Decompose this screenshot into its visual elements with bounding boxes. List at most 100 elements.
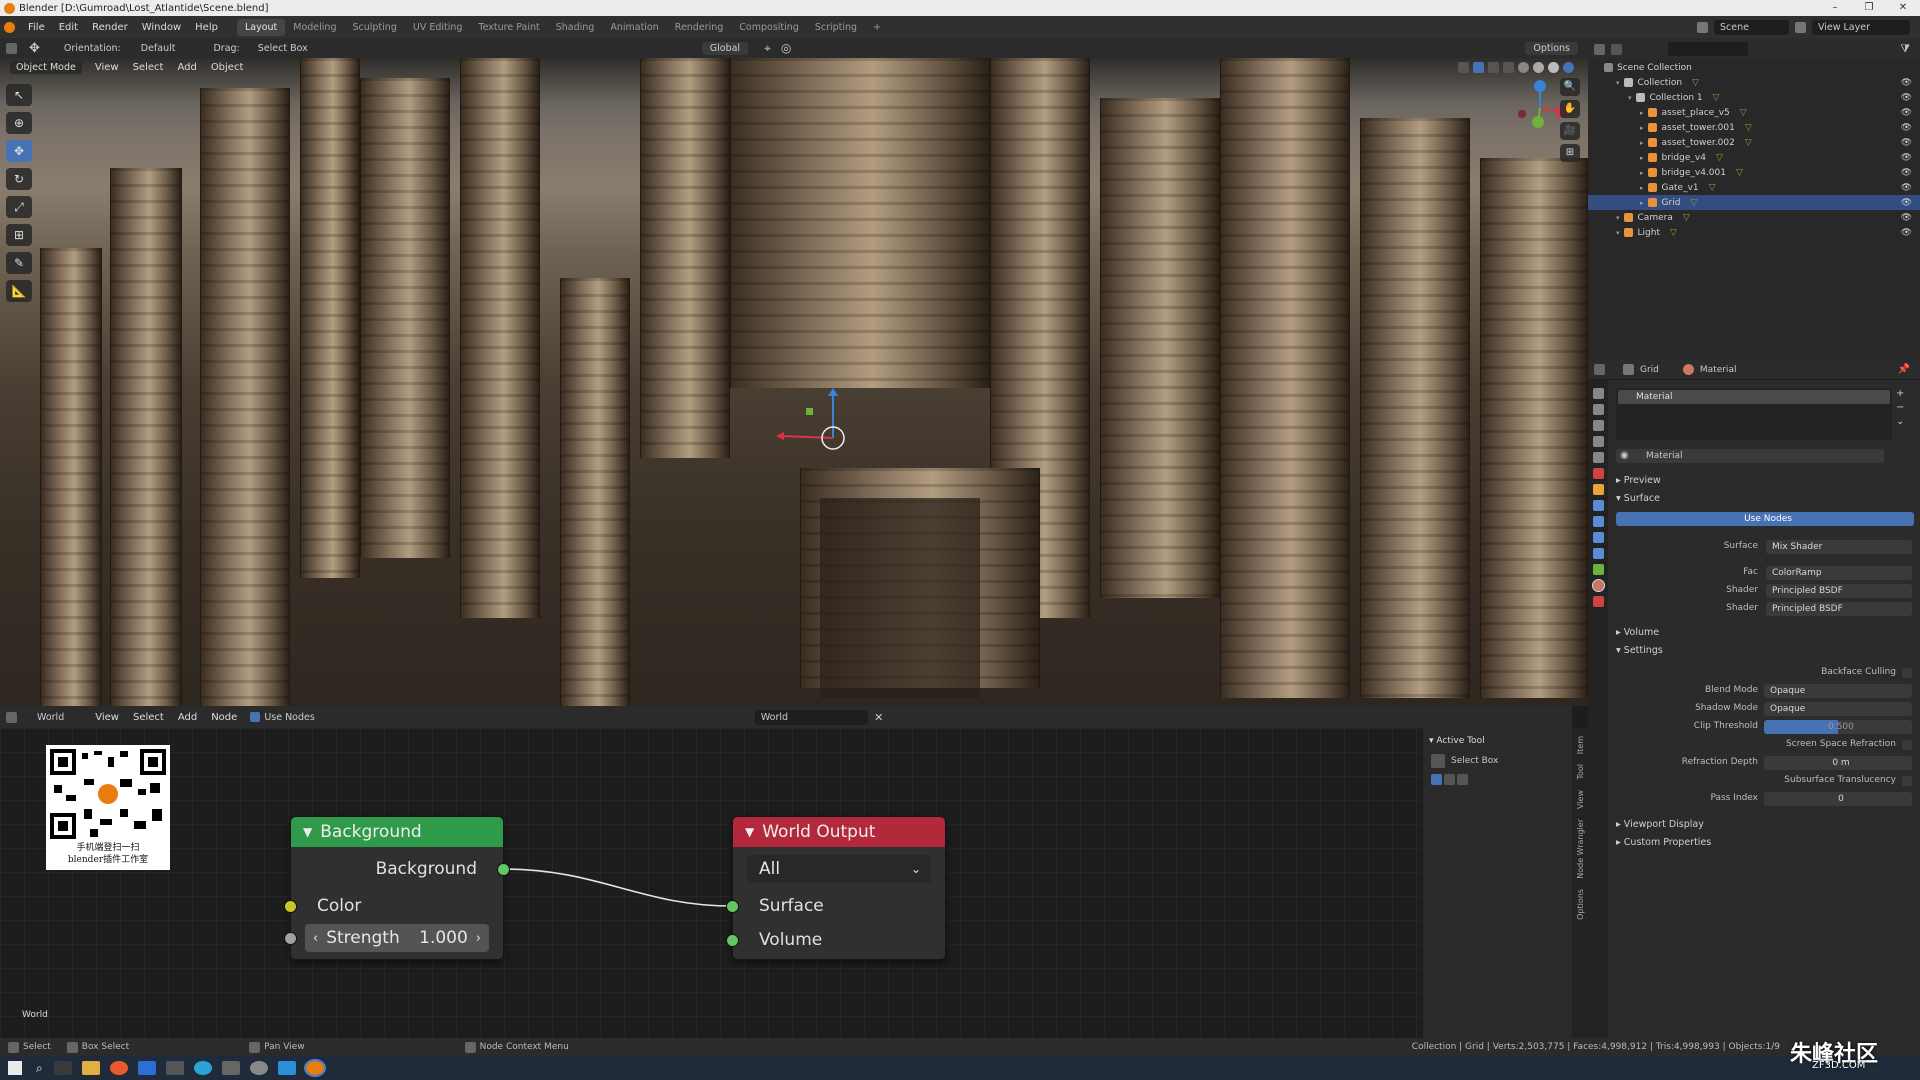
expand-arrow-icon[interactable]: ▸: [1640, 109, 1644, 117]
background-output-socket[interactable]: [497, 863, 510, 876]
use-nodes-checkbox[interactable]: Use Nodes: [250, 712, 315, 723]
transform-orientation-dropdown[interactable]: Global: [701, 41, 749, 55]
outliner-search-input[interactable]: [1668, 42, 1748, 56]
app-icon-7[interactable]: [221, 1061, 240, 1075]
visibility-icon[interactable]: [1458, 61, 1469, 73]
drag-dropdown[interactable]: Select Box: [252, 42, 332, 55]
sidebar-tab-options[interactable]: Options: [1576, 889, 1585, 920]
select-tool-icon[interactable]: ↖: [6, 84, 32, 106]
outliner-item[interactable]: ▸ asset_tower.002 ▽ 👁: [1588, 135, 1920, 150]
collapse-arrow-icon[interactable]: ▼: [303, 825, 312, 839]
gizmo-toggle-icon[interactable]: [1473, 61, 1484, 73]
sidebar-tab-tool[interactable]: Tool: [1576, 764, 1585, 780]
x-axis-arrow[interactable]: [781, 435, 834, 439]
constraints-tab-icon[interactable]: [1592, 548, 1604, 559]
output-tab-icon[interactable]: [1592, 420, 1604, 431]
view-layer-icon[interactable]: [1794, 21, 1806, 33]
outliner-item[interactable]: ▸ Grid ▽ 👁: [1588, 195, 1920, 210]
task-view-icon[interactable]: [53, 1061, 72, 1075]
shader-type-dropdown[interactable]: World: [33, 711, 82, 724]
menu-help[interactable]: Help: [188, 22, 225, 33]
select-mode-subtract-icon[interactable]: [1457, 774, 1468, 785]
pin-icon[interactable]: 📌: [1898, 364, 1910, 375]
world-tab-icon[interactable]: [1592, 468, 1604, 479]
scene-selector[interactable]: Scene: [1713, 19, 1789, 35]
firefox-icon[interactable]: [109, 1061, 128, 1075]
outliner-item[interactable]: ▸ bridge_v4 ▽ 👁: [1588, 150, 1920, 165]
minimize-button[interactable]: –: [1818, 0, 1852, 16]
cursor-tool-icon[interactable]: ⊕: [6, 112, 32, 134]
outliner-item[interactable]: ▸ asset_place_v5 ▽ 👁: [1588, 105, 1920, 120]
strength-input-socket[interactable]: [284, 932, 297, 945]
settings-row-value[interactable]: Opaque: [1764, 702, 1912, 716]
sidebar-tab-item[interactable]: Item: [1576, 736, 1585, 754]
settings-row-value[interactable]: 0: [1764, 792, 1912, 806]
collapse-arrow-icon[interactable]: ▼: [745, 825, 754, 839]
node-editor-type-icon[interactable]: [6, 711, 17, 723]
expand-arrow-icon[interactable]: ▾: [1616, 214, 1620, 222]
modifier-tab-icon[interactable]: [1592, 500, 1604, 511]
outliner-item[interactable]: ▾ Light ▽ 👁: [1588, 225, 1920, 240]
rotate-tool-icon[interactable]: ↻: [6, 168, 32, 190]
filter-icon[interactable]: ⧩: [1900, 42, 1910, 56]
camera-view-icon[interactable]: 🎥: [1560, 122, 1580, 140]
color-input-socket[interactable]: [284, 900, 297, 913]
visibility-eye-icon[interactable]: 👁: [1901, 108, 1912, 118]
transform-gizmo[interactable]: [760, 388, 860, 488]
visibility-eye-icon[interactable]: 👁: [1901, 198, 1912, 208]
expand-arrow-icon[interactable]: ▾: [1616, 229, 1620, 237]
particles-tab-icon[interactable]: [1592, 516, 1604, 527]
expand-arrow-icon[interactable]: ▸: [1640, 139, 1644, 147]
snap-icon[interactable]: ⌖: [764, 41, 771, 56]
settings-checkbox[interactable]: [1902, 668, 1912, 678]
visibility-eye-icon[interactable]: 👁: [1901, 78, 1912, 88]
menu-window[interactable]: Window: [135, 22, 188, 33]
node-menu-node[interactable]: Node: [204, 712, 244, 723]
xray-icon[interactable]: [1503, 61, 1514, 73]
menu-file[interactable]: File: [21, 22, 52, 33]
settings-row-value[interactable]: 0.500: [1764, 720, 1912, 734]
material-name-field[interactable]: Material: [1616, 449, 1884, 463]
background-node[interactable]: ▼ Background Background Color ‹ Strength…: [284, 816, 510, 960]
world-selector[interactable]: World: [754, 709, 869, 725]
outliner-root[interactable]: Scene Collection: [1588, 60, 1920, 75]
decrement-arrow-icon[interactable]: ‹: [305, 931, 326, 946]
editor-type-icon[interactable]: [6, 42, 17, 54]
tool-tab-icon[interactable]: [1592, 388, 1604, 399]
slot-menu-icon[interactable]: ⌄: [1896, 416, 1904, 427]
edge-icon[interactable]: [193, 1061, 212, 1075]
background-node-header[interactable]: ▼ Background: [291, 817, 503, 847]
options-dropdown[interactable]: Options: [1525, 41, 1578, 55]
object-tab-icon[interactable]: [1592, 484, 1604, 495]
view-layer-selector[interactable]: View Layer: [1811, 19, 1910, 35]
data-tab-icon[interactable]: [1592, 564, 1604, 575]
pan-hand-icon[interactable]: ✋: [1560, 100, 1580, 118]
visibility-eye-icon[interactable]: 👁: [1901, 153, 1912, 163]
node-link[interactable]: [0, 728, 1420, 1038]
grid-view-icon[interactable]: ⊞: [1560, 144, 1580, 162]
visibility-eye-icon[interactable]: 👁: [1901, 228, 1912, 238]
target-dropdown[interactable]: All ⌄: [747, 855, 931, 883]
physics-tab-icon[interactable]: [1592, 532, 1604, 543]
texture-tab-icon[interactable]: [1592, 596, 1604, 607]
active-tool-header[interactable]: ▾ Active Tool: [1423, 728, 1572, 750]
section-surface[interactable]: ▾ Surface: [1616, 493, 1660, 504]
scale-tool-icon[interactable]: ⤢: [6, 196, 32, 218]
strength-field[interactable]: ‹ Strength 1.000 ›: [305, 924, 489, 952]
section-settings[interactable]: ▾ Settings: [1616, 645, 1663, 656]
visibility-eye-icon[interactable]: 👁: [1901, 93, 1912, 103]
app-icon-5[interactable]: [165, 1061, 184, 1075]
close-icon[interactable]: ✕: [874, 711, 883, 724]
node-editor-canvas[interactable]: 手机端登扫一扫 blender插件工作室 ▼ Background Backgr…: [0, 728, 1572, 1038]
expand-arrow-icon[interactable]: ▸: [1640, 199, 1644, 207]
transform-tool-icon[interactable]: ⊞: [6, 224, 32, 246]
wireframe-shading-icon[interactable]: [1518, 61, 1529, 73]
material-shading-icon[interactable]: [1548, 61, 1559, 73]
tab-compositing[interactable]: Compositing: [731, 19, 807, 36]
tab-texture-paint[interactable]: Texture Paint: [470, 19, 547, 36]
surface-row-value[interactable]: ColorRamp: [1766, 566, 1912, 580]
menu-edit[interactable]: Edit: [52, 22, 85, 33]
node-menu-view[interactable]: View: [88, 712, 126, 723]
3d-viewport[interactable]: [0, 58, 1588, 706]
tab-uv-editing[interactable]: UV Editing: [405, 19, 471, 36]
